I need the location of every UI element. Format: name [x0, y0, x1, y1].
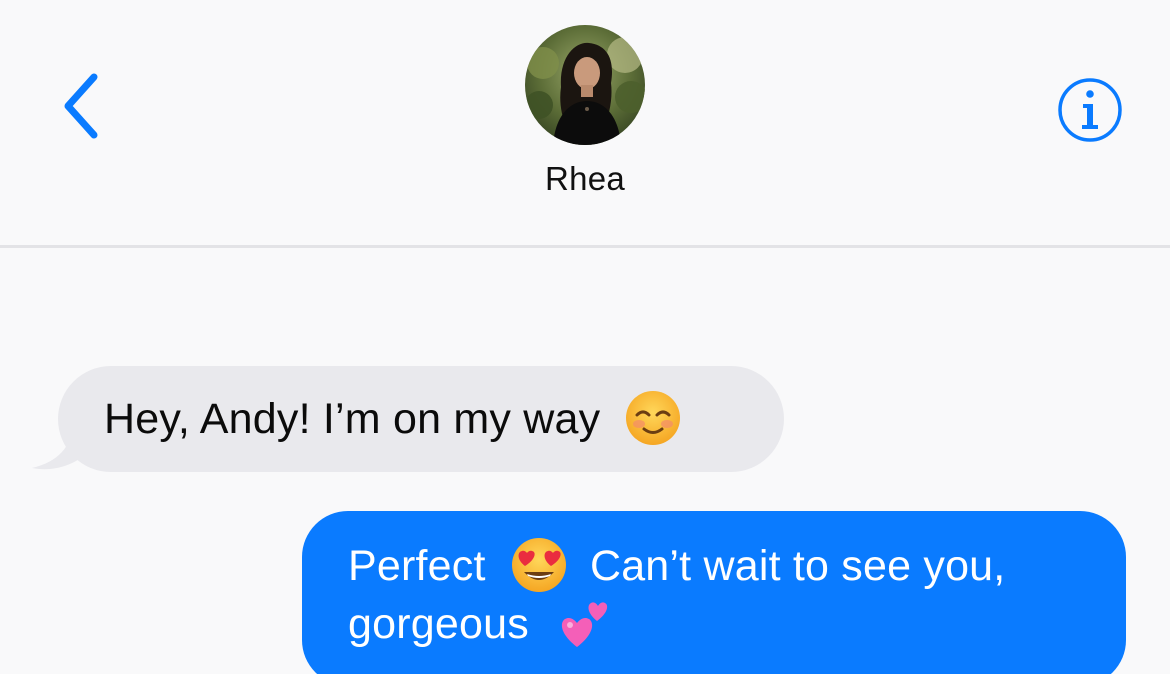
- avatar[interactable]: [525, 25, 645, 145]
- conversation-header: Rhea: [0, 0, 1170, 247]
- conversation-screen: Rhea Hey, Andy! I’m on my way Perfect Ca…: [0, 0, 1170, 674]
- avatar-photo: [525, 25, 645, 145]
- incoming-message[interactable]: Hey, Andy! I’m on my way: [58, 366, 784, 472]
- two-hearts-icon: [561, 601, 608, 647]
- message-text: Can’t wait to see you,: [589, 542, 1006, 590]
- contact-name[interactable]: Rhea: [435, 160, 735, 198]
- message-text: gorgeous: [348, 600, 529, 648]
- chevron-left-icon: [64, 73, 98, 139]
- info-icon: [1058, 78, 1122, 142]
- message-text: Hey, Andy! I’m on my way: [104, 395, 601, 443]
- back-button[interactable]: [50, 66, 110, 146]
- message-line-2: gorgeous: [348, 595, 1096, 653]
- smiling-face-icon: [626, 390, 681, 445]
- message-text: Perfect: [348, 542, 486, 590]
- outgoing-message[interactable]: Perfect Can’t wait to see you, gorgeous: [302, 511, 1126, 674]
- message-line-1: Perfect Can’t wait to see you,: [348, 537, 1096, 595]
- heart-eyes-icon: [511, 537, 566, 592]
- header-divider: [0, 245, 1170, 248]
- info-button[interactable]: [1052, 72, 1128, 148]
